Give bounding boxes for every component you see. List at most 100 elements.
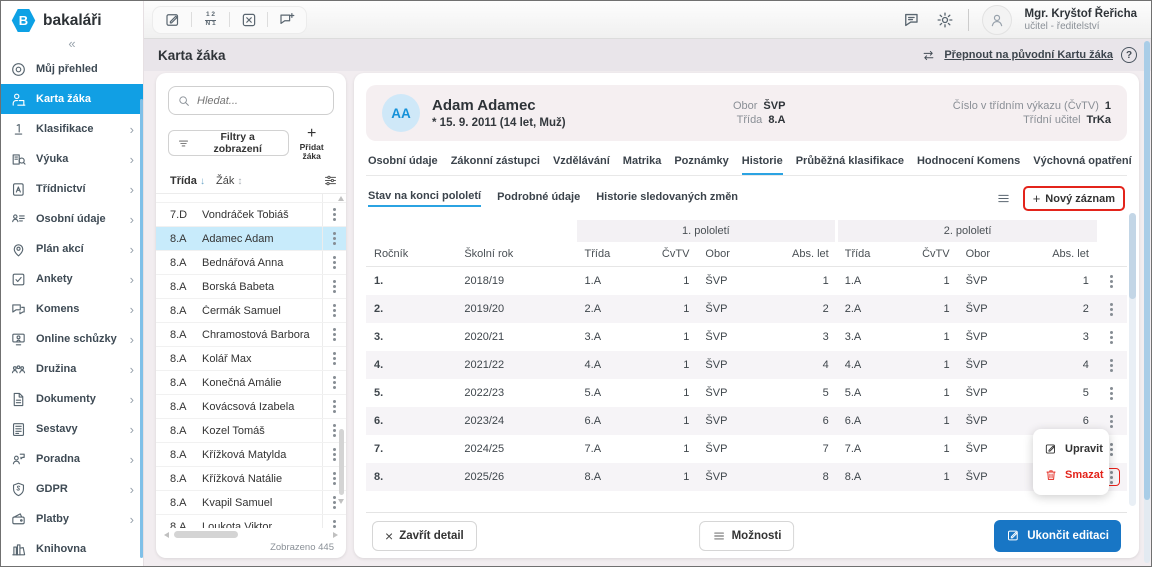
new-message-icon[interactable] <box>277 10 296 29</box>
close-detail-button[interactable]: × Zavřít detail <box>372 521 477 551</box>
sidebar-collapse-button[interactable]: « <box>1 35 143 54</box>
grades-one-icon <box>10 121 27 138</box>
detail-scrollbar-thumb[interactable] <box>1129 213 1136 299</box>
plus-icon: + <box>1033 191 1041 206</box>
tab-zakonni-zastupci[interactable]: Zákonní zástupci <box>451 155 540 175</box>
user-avatar[interactable] <box>982 5 1012 35</box>
sidebar-item-vyuka[interactable]: Výuka› <box>1 144 143 174</box>
tab-vzdelavani[interactable]: Vzdělávání <box>553 155 610 175</box>
new-record-button[interactable]: + Nový záznam <box>1023 186 1125 211</box>
sidebar-item-ankety[interactable]: Ankety› <box>1 264 143 294</box>
sidebar-item-knihovna[interactable]: Knihovna <box>1 534 143 564</box>
detail-scrollbar[interactable] <box>1129 213 1136 506</box>
scroll-down-icon[interactable] <box>338 499 344 504</box>
grades-icon[interactable]: 1 2N 1 <box>201 10 220 29</box>
list-scrollbar-thumb[interactable] <box>339 429 344 495</box>
col-obor-s1: Obor <box>697 242 783 267</box>
student-row-konecna-amalie[interactable]: 8.AKonečná Amálie <box>156 371 346 395</box>
sidebar-item-komens[interactable]: Komens› <box>1 294 143 324</box>
row-menu-button[interactable] <box>1105 273 1119 289</box>
student-row-loukota-viktor[interactable]: 8.ALoukota Viktor <box>156 515 346 528</box>
student-name: Konečná Amálie <box>202 377 322 389</box>
row-menu-button[interactable] <box>1105 385 1119 401</box>
student-row-krizkova-matylda[interactable]: 8.AKřížková Matylda <box>156 443 346 467</box>
sidebar-item-dokumenty[interactable]: Dokumenty› <box>1 384 143 414</box>
cvtv-value: 1 <box>1105 100 1111 112</box>
topbar: 1 2N 1 Mgr. Kryštof Řeřicha učitel - řed… <box>144 1 1151 39</box>
student-row-kvapil-samuel[interactable]: 8.AKvapil Samuel <box>156 491 346 515</box>
sidebar-item-sestavy[interactable]: Sestavy› <box>1 414 143 444</box>
student-row-kolar-max[interactable]: 8.AKolář Max <box>156 347 346 371</box>
sidebar-item-online-schuzky[interactable]: Online schůzky› <box>1 324 143 354</box>
end-edit-button[interactable]: Ukončit editaci <box>994 520 1121 552</box>
menu-item-upravit[interactable]: Upravit <box>1033 436 1109 462</box>
help-icon[interactable]: ? <box>1121 47 1137 63</box>
col-cvtv-s2: ČvTV <box>912 242 958 267</box>
student-row-kozel-tomas[interactable]: 8.AKozel Tomáš <box>156 419 346 443</box>
student-row-chramostova-barbora[interactable]: 8.AChramostová Barbora <box>156 323 346 347</box>
scroll-left-icon[interactable] <box>164 532 169 538</box>
sidebar-item-muj-prehled[interactable]: Můj přehled <box>1 54 143 84</box>
sidebar-item-gdpr[interactable]: GDPR› <box>1 474 143 504</box>
sidebar-item-tridnictvi[interactable]: Třídnictví› <box>1 174 143 204</box>
scroll-up-icon[interactable] <box>338 196 344 201</box>
edit-record-icon[interactable] <box>163 10 182 29</box>
student-name: Vondráček Tobiáš <box>202 209 322 221</box>
tab-historie[interactable]: Historie <box>742 155 783 175</box>
subtab-podrobne-udaje[interactable]: Podrobné údaje <box>497 191 580 206</box>
tab-matrika[interactable]: Matrika <box>623 155 662 175</box>
tab-prubezna-klasifikace[interactable]: Průběžná klasifikace <box>796 155 904 175</box>
sidebar-item-poradna[interactable]: Poradna› <box>1 444 143 474</box>
view-menu-icon[interactable] <box>996 191 1011 206</box>
student-row-partial[interactable] <box>156 194 346 203</box>
student-row-cermak-samuel[interactable]: 8.AČermák Samuel <box>156 299 346 323</box>
student-row-krizkova-natalie[interactable]: 8.AKřížková Natálie <box>156 467 346 491</box>
sidebar-item-osobni-udaje[interactable]: Osobní údaje› <box>1 204 143 234</box>
student-row-adamec-adam[interactable]: 8.AAdamec Adam <box>156 227 346 251</box>
absence-icon[interactable] <box>239 10 258 29</box>
student-row-kovacsova-izabela[interactable]: 8.AKovácsová Izabela <box>156 395 346 419</box>
sidebar-scrollbar[interactable] <box>140 99 143 558</box>
search-input[interactable] <box>197 95 325 107</box>
chat-icon[interactable] <box>902 10 922 30</box>
column-settings-icon[interactable] <box>323 173 338 188</box>
row-menu-button[interactable] <box>1105 329 1119 345</box>
subtab-historie-sledovanych-zmen[interactable]: Historie sledovaných změn <box>596 191 738 206</box>
tab-osobni-udaje[interactable]: Osobní údaje <box>368 155 438 175</box>
subtab-stav-na-konci-pololeti[interactable]: Stav na konci pololetí <box>368 190 481 207</box>
sidebar-item-karta-zaka[interactable]: Karta žáka <box>1 84 143 114</box>
chevron-right-icon: › <box>130 152 134 167</box>
add-student-button[interactable]: + Přidat žáka <box>289 125 334 161</box>
page-scrollbar-thumb[interactable] <box>1144 41 1150 500</box>
student-column-header[interactable]: Žák ↕ <box>216 175 323 187</box>
sidebar-item-plan-akci[interactable]: Plán akcí› <box>1 234 143 264</box>
user-info[interactable]: Mgr. Kryštof Řeřicha učitel - ředitelstv… <box>1025 7 1137 32</box>
sidebar-item-platby[interactable]: Platby› <box>1 504 143 534</box>
tab-poznamky[interactable]: Poznámky <box>674 155 728 175</box>
tab-vychovna-opatreni[interactable]: Výchovná opatření <box>1033 155 1131 175</box>
app-window: B bakaláři « Můj přehledKarta žákaKlasif… <box>0 0 1152 567</box>
row-menu-button[interactable] <box>1105 301 1119 317</box>
tab-hodnoceni-komens[interactable]: Hodnocení Komens <box>917 155 1020 175</box>
page-scrollbar[interactable] <box>1144 41 1150 563</box>
sidebar-item-druzina[interactable]: Družina› <box>1 354 143 384</box>
student-row-vondracek-tobias[interactable]: 7.DVondráček Tobiáš <box>156 203 346 227</box>
hscroll-thumb[interactable] <box>174 531 238 538</box>
brand-logo[interactable]: B bakaláři <box>1 1 143 35</box>
scroll-right-icon[interactable] <box>333 532 338 538</box>
row-menu-button[interactable] <box>1105 413 1119 429</box>
student-row-borska-babeta[interactable]: 8.ABorská Babeta <box>156 275 346 299</box>
list-scrollbar[interactable] <box>337 196 345 526</box>
filters-button[interactable]: Filtry a zobrazení <box>168 130 289 156</box>
class-column-header[interactable]: Třída ↓ <box>170 175 216 187</box>
teaching-icon <box>10 151 27 168</box>
switch-to-original-link[interactable]: Přepnout na původní Kartu žáka <box>944 49 1113 61</box>
gear-icon[interactable] <box>935 10 955 30</box>
sidebar-item-klasifikace[interactable]: Klasifikace› <box>1 114 143 144</box>
menu-item-smazat[interactable]: Smazat <box>1033 462 1109 488</box>
list-horizontal-scrollbar[interactable] <box>164 530 338 539</box>
swap-icon <box>921 48 936 63</box>
row-menu-button[interactable] <box>1105 357 1119 373</box>
student-row-bednarova-anna[interactable]: 8.ABednářová Anna <box>156 251 346 275</box>
options-button[interactable]: Možnosti <box>699 521 795 551</box>
